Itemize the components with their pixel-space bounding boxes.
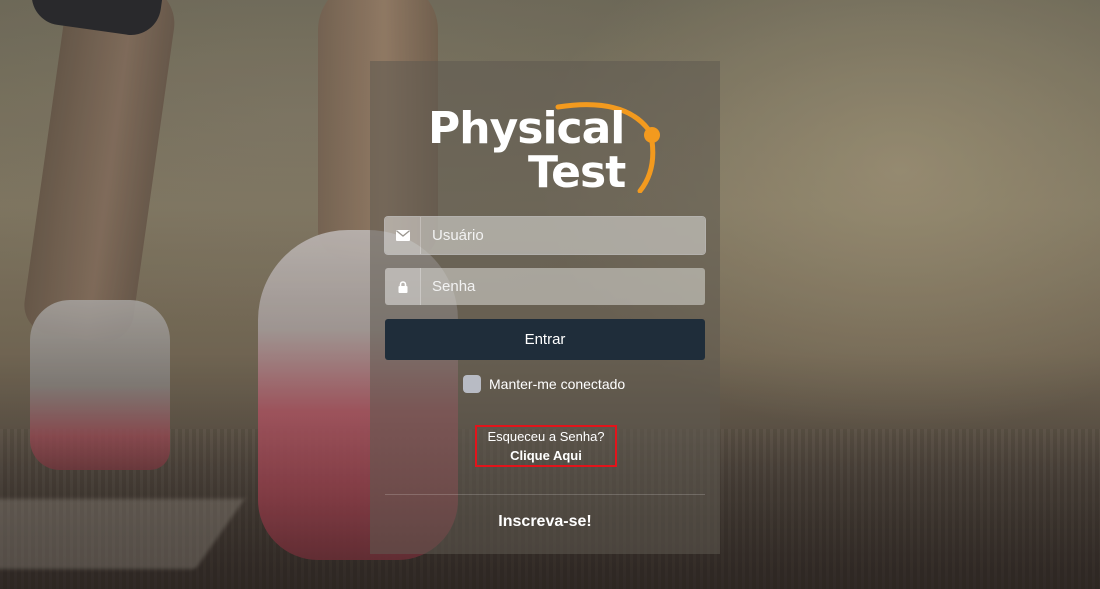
logo-text-test: Test (528, 147, 626, 198)
forgot-password-link[interactable]: Clique Aqui (477, 448, 615, 463)
forgot-password-text: Esqueceu a Senha? (487, 429, 605, 444)
logo-text-physical: Physical (428, 103, 625, 154)
divider (385, 494, 705, 495)
login-card: Physical Test Entrar Manter-me conectado… (370, 61, 720, 554)
signup-link[interactable]: Inscreva-se! (370, 513, 720, 531)
physical-test-logo: Physical Test (428, 101, 664, 198)
remember-label: Manter-me conectado (489, 376, 626, 392)
username-group (385, 217, 705, 254)
remember-checkbox[interactable] (463, 375, 481, 393)
password-input[interactable] (421, 268, 705, 305)
login-button[interactable]: Entrar (385, 319, 705, 360)
envelope-icon (385, 217, 421, 254)
remember-me[interactable]: Manter-me conectado (463, 374, 625, 394)
password-group (385, 268, 705, 305)
lock-icon (385, 268, 421, 305)
forgot-password-box: Esqueceu a Senha? Clique Aqui (475, 425, 617, 467)
username-input[interactable] (421, 217, 705, 254)
